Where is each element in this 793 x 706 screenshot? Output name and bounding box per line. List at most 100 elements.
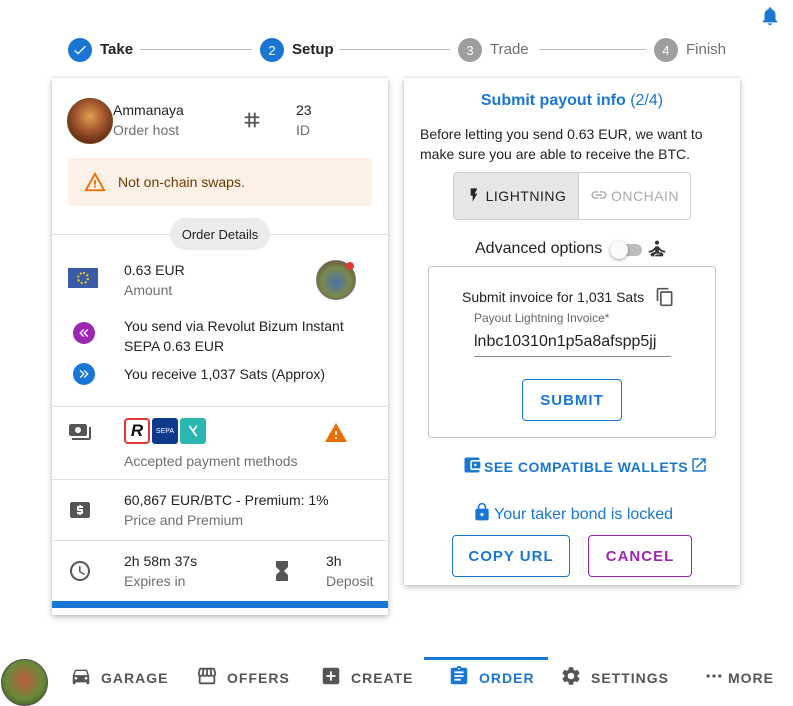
step-label-take: Take: [100, 41, 134, 58]
step-label-setup: Setup: [292, 41, 334, 58]
payout-info-card: Submit payout info (2/4) Before letting …: [404, 78, 740, 585]
lock-icon: [472, 502, 492, 527]
self-hosted-icon: [646, 238, 668, 265]
order-id: 23: [296, 102, 312, 118]
revolut-logo-icon: R: [124, 418, 150, 444]
price-value: 60,867 EUR/BTC - Premium: 1%: [124, 492, 329, 508]
send-arrow-icon: [73, 322, 95, 344]
bond-status-text: Your taker bond is locked: [494, 505, 674, 523]
invoice-heading: Submit invoice for 1,031 Sats: [462, 289, 645, 305]
copy-url-button[interactable]: COPY URL: [452, 535, 570, 577]
onchain-toggle-button[interactable]: ONCHAIN: [579, 173, 690, 219]
host-avatar[interactable]: [67, 98, 113, 144]
bizum-logo-icon: [180, 418, 206, 444]
nav-order-label: ORDER: [479, 669, 535, 686]
warning-triangle-icon: [84, 171, 106, 198]
step-setup-number: 2: [260, 38, 284, 62]
settings-icon: [560, 665, 582, 690]
advanced-options-label: Advanced options: [475, 240, 603, 257]
compatible-wallets-label: SEE COMPATIBLE WALLETS: [484, 458, 689, 475]
expiry-progress-bar: [52, 601, 388, 608]
add-box-icon: [320, 665, 342, 690]
host-name: Ammanaya: [113, 102, 184, 118]
nav-offers-label: OFFERS: [227, 669, 290, 686]
bond-status: Your taker bond is locked: [472, 502, 673, 527]
storefront-icon: [196, 665, 218, 690]
notifications-bell-icon[interactable]: [759, 5, 781, 27]
nav-more[interactable]: MORE: [704, 658, 774, 697]
hourglass-icon: [270, 559, 294, 588]
lightning-label: LIGHTNING: [485, 188, 567, 204]
submit-invoice-button[interactable]: SUBMIT: [522, 379, 622, 421]
peer-status-dot: [346, 262, 354, 270]
payout-description: Before letting you send 0.63 EUR, we wan…: [420, 126, 703, 162]
eu-flag-icon: [68, 268, 98, 288]
sepa-logo-icon: SEPA: [152, 418, 178, 444]
nav-create[interactable]: CREATE: [320, 658, 414, 697]
more-horizontal-icon: [704, 666, 724, 689]
payout-method-toggle: LIGHTNING ONCHAIN: [453, 172, 691, 220]
host-label: Order host: [113, 122, 180, 138]
divider: [52, 479, 388, 480]
nav-more-label: MORE: [728, 669, 774, 686]
step-take-check-icon: [68, 38, 92, 62]
divider: [52, 406, 388, 407]
deposit-value: 3h: [326, 553, 342, 569]
price-icon: [68, 498, 92, 527]
nav-create-label: CREATE: [351, 669, 414, 686]
nav-garage-label: GARAGE: [101, 669, 169, 686]
divider: [52, 540, 388, 541]
order-details-chip[interactable]: Order Details: [170, 218, 270, 250]
lightning-toggle-button[interactable]: LIGHTNING: [454, 173, 579, 219]
advanced-options-switch[interactable]: [610, 241, 642, 259]
switch-thumb: [610, 241, 628, 259]
wallet-icon: [462, 455, 482, 478]
robot-avatar[interactable]: [1, 659, 48, 706]
nav-settings[interactable]: SETTINGS: [560, 658, 669, 697]
amount-label: Amount: [124, 282, 173, 298]
payment-warning-icon[interactable]: [324, 421, 348, 450]
hashtag-icon: [241, 109, 263, 136]
required-marker: *: [604, 311, 610, 325]
compatible-wallets-link[interactable]: SEE COMPATIBLE WALLETS: [462, 455, 708, 478]
order-id-label: ID: [296, 122, 310, 138]
receive-text: You receive 1,037 Sats (Approx): [124, 366, 326, 382]
invoice-field-label: Payout Lightning Invoice*: [474, 311, 609, 325]
lightning-bolt-icon: [466, 187, 482, 206]
payout-title-text: Submit payout info: [480, 92, 626, 109]
payment-methods-label: Accepted payment methods: [124, 453, 298, 469]
step-connector: [539, 49, 646, 50]
invoice-input[interactable]: lnbc10310n1p5a8afspp5jj: [474, 333, 671, 357]
garage-icon: [70, 665, 92, 690]
step-finish-number: 4: [654, 38, 678, 62]
expires-value: 2h 58m 37s: [124, 553, 198, 569]
nav-order[interactable]: ORDER: [448, 658, 535, 697]
invoice-field-label-text: Payout Lightning Invoice: [474, 311, 605, 325]
step-connector: [339, 49, 450, 50]
step-label-finish: Finish: [686, 41, 727, 58]
nav-offers[interactable]: OFFERS: [196, 658, 290, 697]
clock-icon: [68, 559, 92, 588]
link-icon: [590, 186, 608, 207]
copy-icon[interactable]: [655, 287, 675, 312]
payout-title: Submit payout info (2/4): [404, 92, 740, 110]
send-text: You send via Revolut Bizum Instant SEPA …: [124, 318, 344, 354]
cancel-button[interactable]: CANCEL: [588, 535, 692, 577]
order-details-card: Ammanaya Order host 23 ID Not on-chain s…: [52, 78, 388, 615]
onchain-warning-alert: Not on-chain swaps.: [68, 158, 372, 206]
step-trade-number: 3: [458, 38, 482, 62]
deposit-label: Deposit: [326, 573, 374, 589]
expires-label: Expires in: [124, 573, 186, 589]
eu-stars-ring: [77, 272, 89, 284]
amount-value: 0.63 EUR: [124, 262, 185, 278]
step-label-trade: Trade: [490, 41, 529, 58]
price-label: Price and Premium: [124, 512, 244, 528]
assignment-icon: [448, 665, 470, 690]
invoice-box: Submit invoice for 1,031 Sats Payout Lig…: [428, 266, 716, 438]
payout-title-step: (2/4): [630, 92, 664, 109]
receive-arrow-icon: [73, 363, 95, 385]
payment-methods-icon: [68, 420, 92, 449]
nav-garage[interactable]: GARAGE: [70, 658, 168, 697]
step-connector: [140, 49, 252, 50]
nav-settings-label: SETTINGS: [591, 669, 670, 686]
